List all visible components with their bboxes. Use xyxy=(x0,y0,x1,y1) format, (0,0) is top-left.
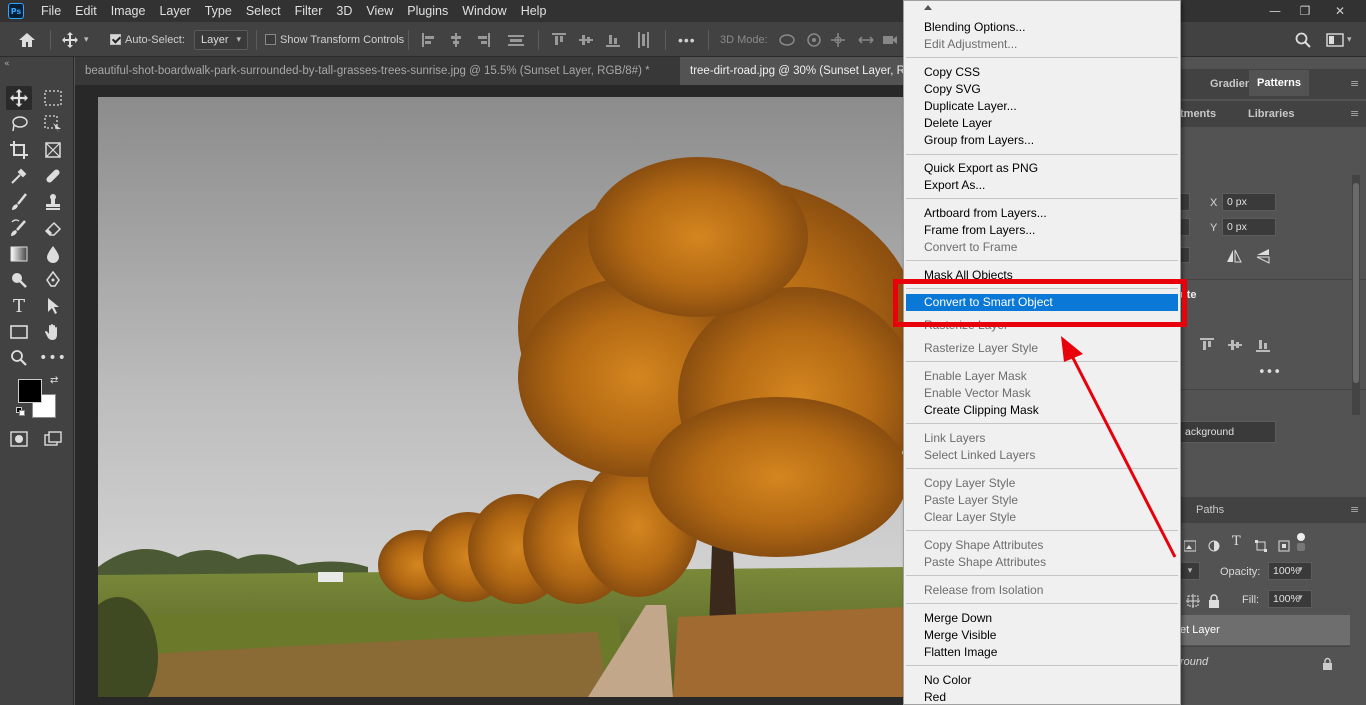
photoshop-window: Ps File Edit Image Layer Type Select Filter 3D V… xyxy=(0,0,1366,705)
foreground-color-swatch[interactable] xyxy=(18,379,42,403)
annotation-arrow xyxy=(1061,336,1177,558)
